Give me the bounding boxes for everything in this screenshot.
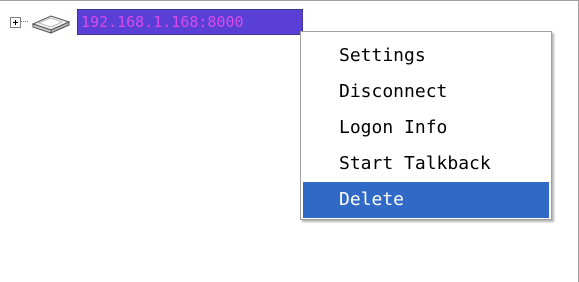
panel-top-border (0, 0, 579, 1)
menu-item-logon-info[interactable]: Logon Info (303, 110, 549, 146)
network-device-icon (31, 15, 71, 34)
device-tree-panel: 192.168.1.168:8000 Settings Disconnect L… (0, 0, 579, 282)
menu-item-start-talkback[interactable]: Start Talkback (303, 146, 549, 182)
menu-item-settings[interactable]: Settings (303, 38, 549, 74)
menu-item-disconnect[interactable]: Disconnect (303, 74, 549, 110)
expand-plus-icon[interactable] (10, 17, 21, 28)
tree-connector-line (21, 21, 29, 22)
context-menu: Settings Disconnect Logon Info Start Tal… (300, 31, 552, 220)
device-address-label[interactable]: 192.168.1.168:8000 (77, 9, 303, 35)
menu-item-delete[interactable]: Delete (303, 182, 549, 218)
